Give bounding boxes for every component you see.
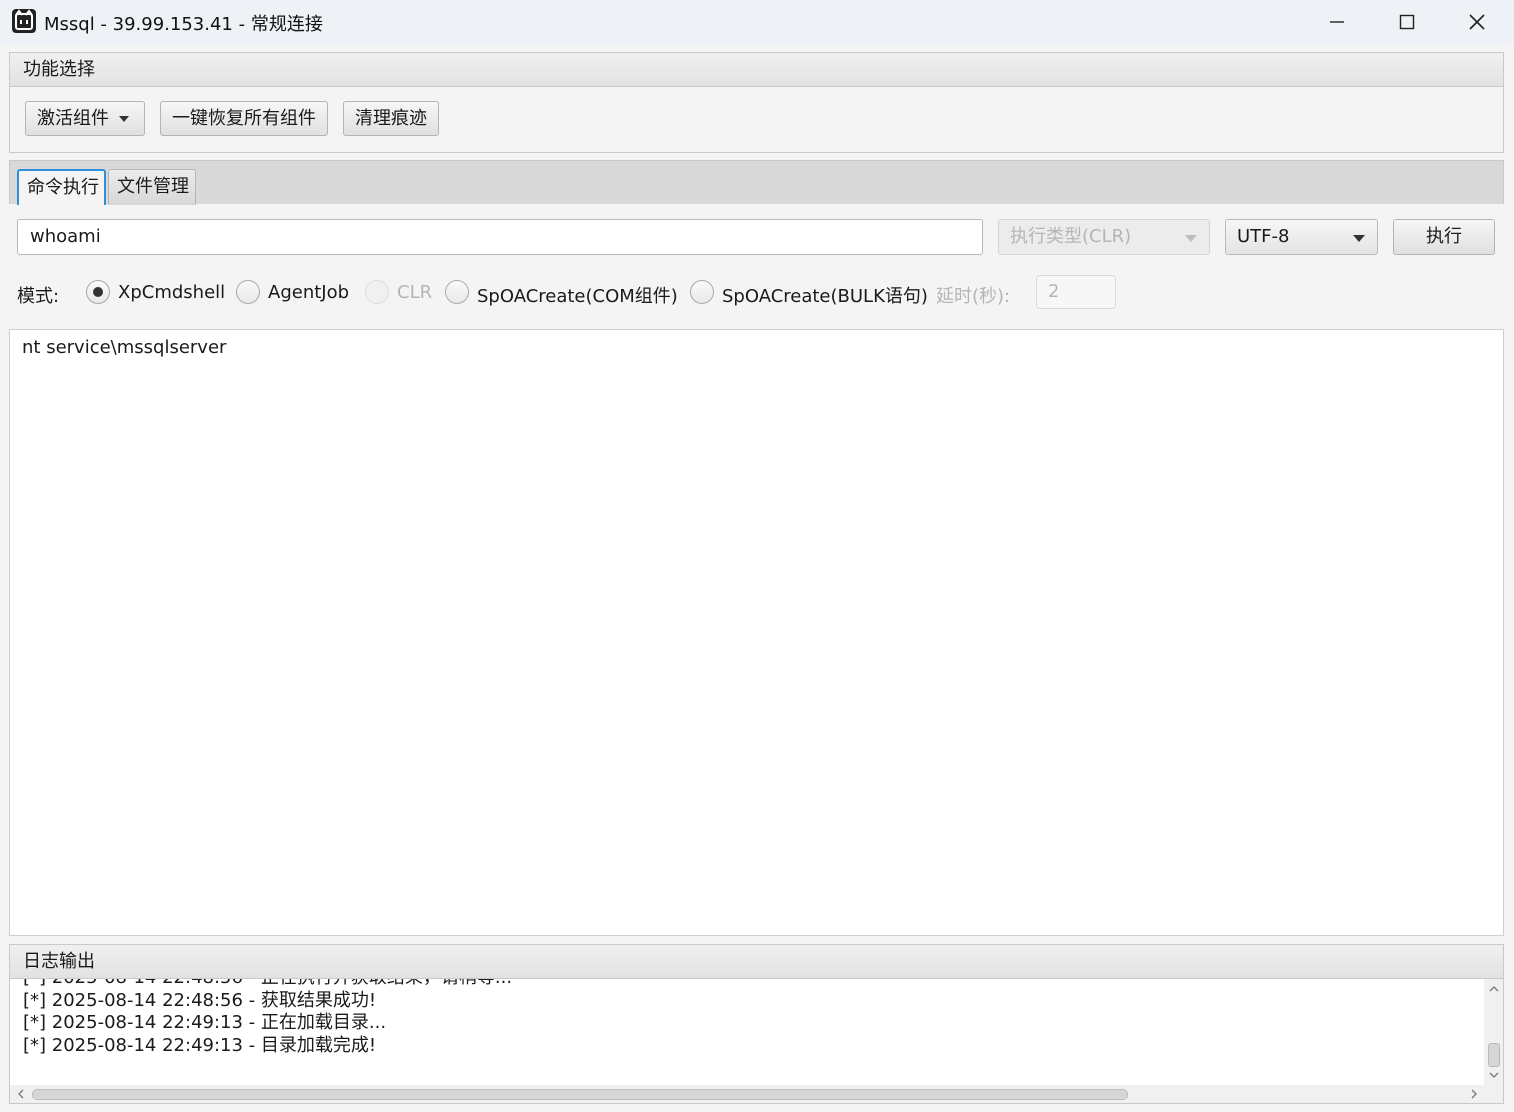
log-vertical-scroll-thumb[interactable] <box>1488 1043 1500 1067</box>
chevron-right-icon[interactable] <box>1468 1088 1480 1100</box>
tab-file-manager[interactable]: 文件管理 <box>108 169 196 205</box>
exec-type-value: 执行类型(CLR) <box>1010 226 1132 247</box>
minimize-icon <box>1330 21 1344 23</box>
activate-component-label: 激活组件 <box>37 108 109 129</box>
command-input[interactable]: whoami <box>17 219 983 255</box>
encoding-value: UTF-8 <box>1237 226 1290 247</box>
chevron-down-icon <box>119 116 129 122</box>
chevron-up-icon[interactable] <box>1488 983 1500 995</box>
log-panel-title: 日志输出 <box>10 945 1503 979</box>
command-output[interactable]: nt service\mssqlserver <box>9 329 1504 936</box>
mode-radio-xpcmdshell[interactable] <box>86 280 110 304</box>
close-icon <box>1469 14 1485 30</box>
clean-traces-button[interactable]: 清理痕迹 <box>343 101 439 136</box>
execute-button[interactable]: 执行 <box>1393 219 1495 255</box>
tab-strip: 命令执行 文件管理 <box>9 160 1504 205</box>
close-button[interactable] <box>1442 0 1512 44</box>
mode-radio-agentjob[interactable] <box>236 280 260 304</box>
log-line: [*] 2025-08-14 22:48:56 - 获取结果成功! <box>23 989 377 1011</box>
mode-label-xpcmdshell[interactable]: XpCmdshell <box>118 282 225 303</box>
function-panel: 功能选择 激活组件 一键恢复所有组件 清理痕迹 <box>9 52 1504 153</box>
function-panel-title: 功能选择 <box>10 53 1503 87</box>
log-line: [*] 2025-08-14 22:49:13 - 目录加载完成! <box>23 1034 377 1056</box>
mode-radio-spoacreate-com[interactable] <box>445 280 469 304</box>
mode-radio-clr <box>365 280 389 304</box>
log-lines: [*] 2025-08-14 22:48:56 - 正在执行并获取结果，请稍等.… <box>23 979 512 1057</box>
log-panel: 日志输出 [*] 2025-08-14 22:48:56 - 正在执行并获取结果… <box>9 944 1504 1104</box>
log-vertical-scrollbar[interactable] <box>1484 979 1503 1085</box>
minimize-button[interactable] <box>1302 0 1372 44</box>
delay-label: 延时(秒): <box>936 286 1011 307</box>
log-line: [*] 2025-08-14 22:48:56 - 正在执行并获取结果，请稍等.… <box>23 979 512 990</box>
mode-label-agentjob[interactable]: AgentJob <box>268 282 349 303</box>
mode-radio-spoacreate-bulk[interactable] <box>690 280 714 304</box>
window-title: Mssql - 39.99.153.41 - 常规连接 <box>44 14 323 35</box>
maximize-button[interactable] <box>1372 0 1442 44</box>
log-horizontal-scroll-thumb[interactable] <box>32 1089 1128 1100</box>
chevron-down-icon <box>1353 235 1365 242</box>
activate-component-button[interactable]: 激活组件 <box>25 101 145 136</box>
cat-logo-icon <box>12 9 36 33</box>
tab-command-exec[interactable]: 命令执行 <box>17 169 106 205</box>
chevron-down-icon <box>1185 235 1197 242</box>
mode-label-spoacreate-com[interactable]: SpOACreate(COM组件) <box>477 282 678 308</box>
mode-label-clr: CLR <box>397 282 433 303</box>
chevron-down-icon[interactable] <box>1488 1069 1500 1081</box>
log-line: [*] 2025-08-14 22:49:13 - 正在加载目录... <box>23 1012 387 1033</box>
restore-all-button[interactable]: 一键恢复所有组件 <box>160 101 328 136</box>
log-output[interactable]: [*] 2025-08-14 22:48:56 - 正在执行并获取结果，请稍等.… <box>10 979 1484 1085</box>
mode-label-spoacreate-bulk[interactable]: SpOACreate(BULK语句) <box>722 282 928 308</box>
maximize-icon <box>1399 14 1415 30</box>
exec-type-select[interactable]: 执行类型(CLR) <box>998 219 1210 255</box>
mode-label: 模式: <box>17 286 60 307</box>
chevron-left-icon[interactable] <box>15 1088 27 1100</box>
log-horizontal-scrollbar[interactable] <box>10 1085 1503 1103</box>
encoding-select[interactable]: UTF-8 <box>1225 219 1378 255</box>
title-bar: Mssql - 39.99.153.41 - 常规连接 <box>0 0 1514 44</box>
delay-input: 2 <box>1036 275 1116 309</box>
